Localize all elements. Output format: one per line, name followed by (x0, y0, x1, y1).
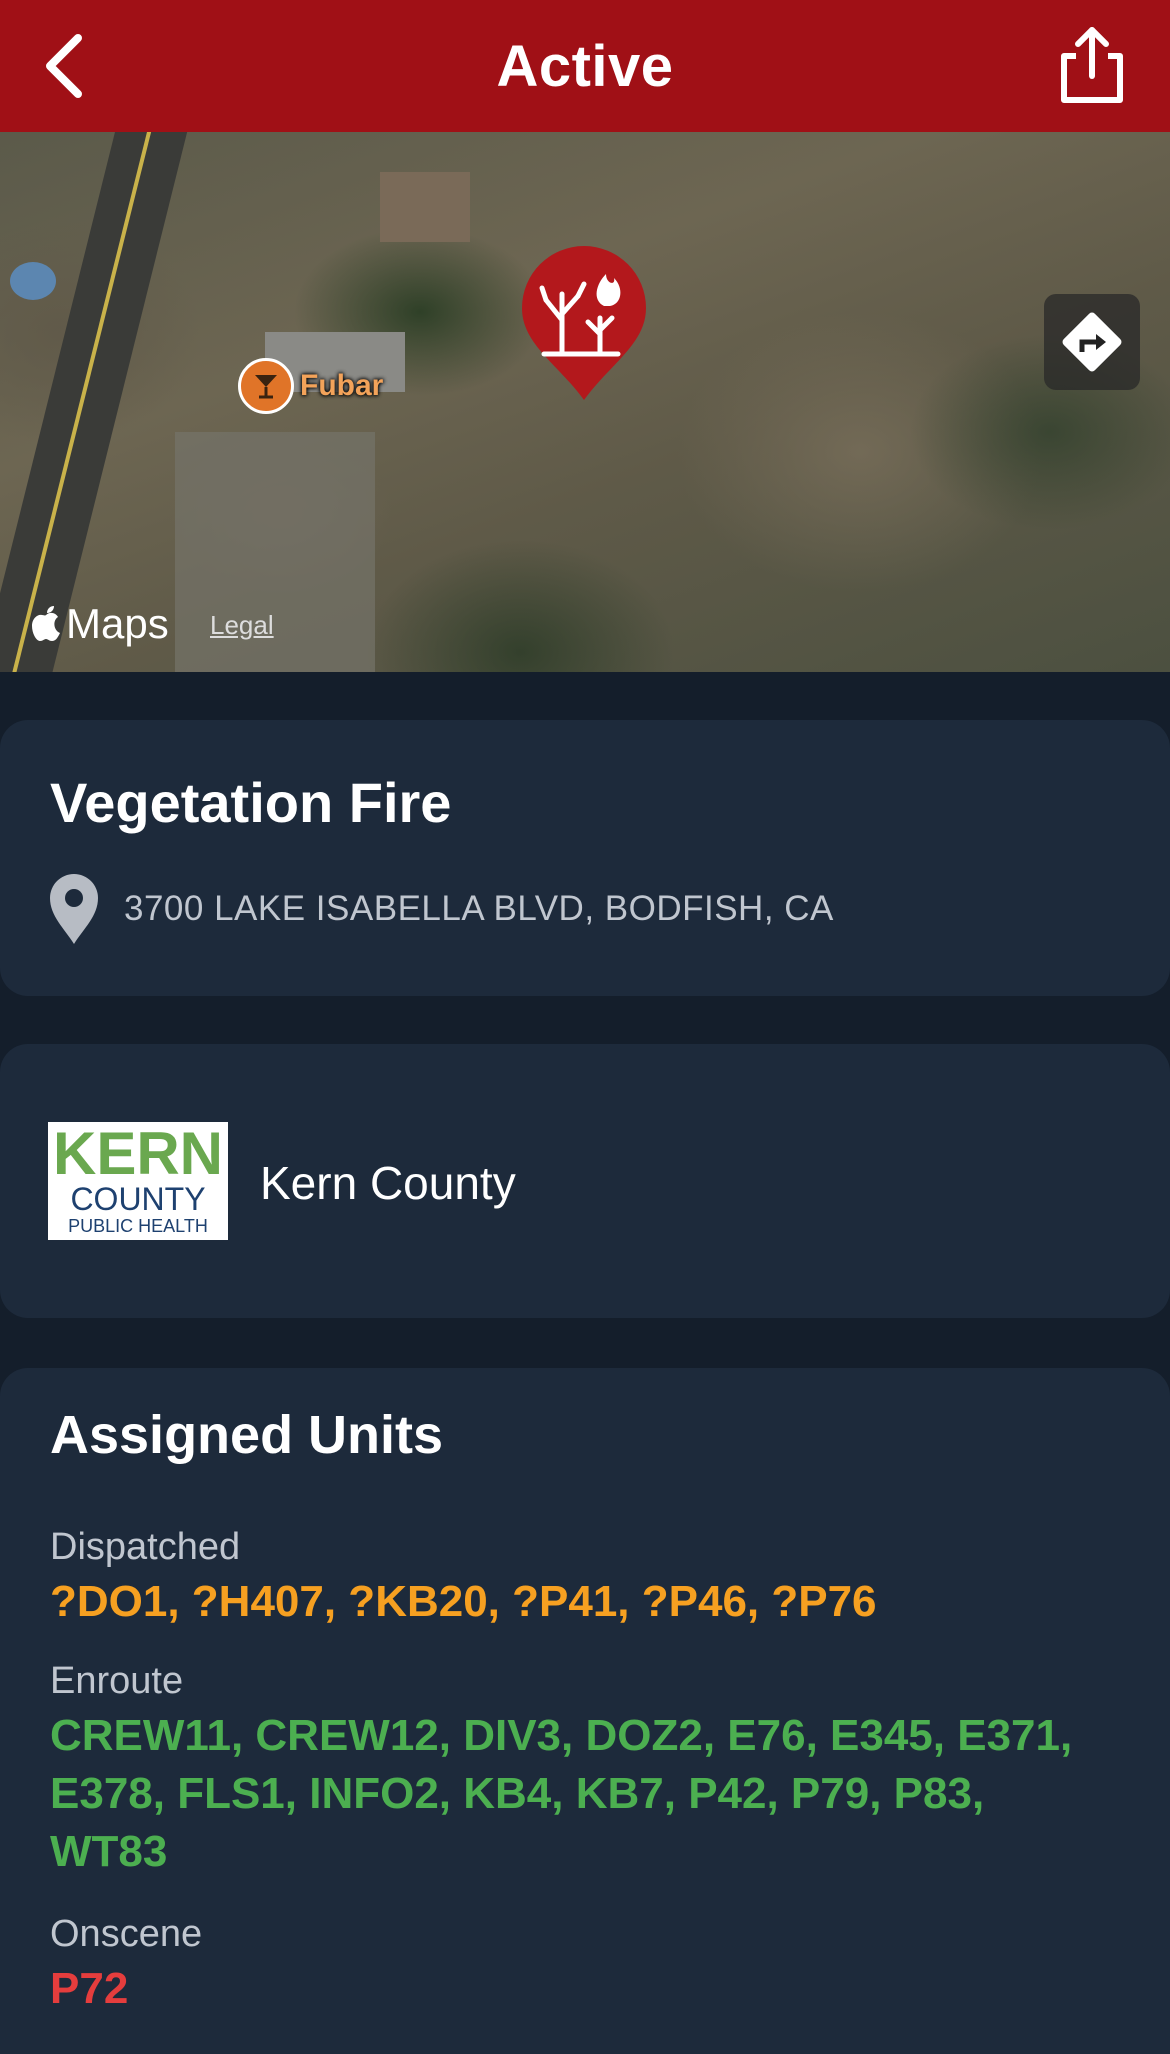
map-pool (10, 262, 56, 300)
incident-map-pin[interactable] (518, 244, 650, 402)
unit-group-enroute: Enroute CREW11, CREW12, DIV3, DOZ2, E76,… (50, 1660, 1110, 1881)
share-button[interactable] (1054, 24, 1130, 106)
incident-map[interactable]: Fubar Maps Legal (0, 132, 1170, 672)
enroute-label: Enroute (50, 1660, 184, 1702)
directions-button[interactable] (1044, 294, 1140, 390)
map-building (380, 172, 470, 242)
unit-group-onscene: Onscene P72 (50, 1913, 1110, 2018)
dispatched-units: ?DO1, ?H407, ?KB20, ?P41, ?P46, ?P76 (50, 1577, 877, 1626)
map-poi-label: Fubar (300, 369, 384, 402)
agency-name: Kern County (260, 1157, 516, 1209)
assigned-units-card: Assigned Units Dispatched ?DO1, ?H407, ?… (0, 1368, 1170, 2054)
incident-card: Vegetation Fire 3700 LAKE ISABELLA BLVD,… (0, 720, 1170, 996)
maps-brand-text: Maps (66, 600, 169, 647)
apple-logo-icon (32, 606, 60, 641)
back-button[interactable] (38, 28, 98, 104)
agency-logo: KERN COUNTY PUBLIC HEALTH (48, 1122, 228, 1240)
vegetation-fire-icon (522, 246, 646, 400)
map-poi-fubar[interactable]: Fubar (238, 358, 383, 414)
onscene-units: P72 (50, 1964, 129, 2013)
logo-county-text: COUNTY (70, 1181, 205, 1217)
nav-bar: Active (0, 0, 1170, 132)
maps-legal-link[interactable]: Legal (210, 610, 274, 641)
unit-group-dispatched: Dispatched ?DO1, ?H407, ?KB20, ?P41, ?P4… (50, 1526, 1110, 1631)
cocktail-glass-icon (238, 358, 294, 414)
incident-address-text: 3700 LAKE ISABELLA BLVD, BODFISH, CA (124, 889, 834, 928)
map-parking-lot (175, 432, 375, 672)
chevron-left-icon (46, 34, 82, 98)
logo-public-health-text: PUBLIC HEALTH (68, 1216, 208, 1236)
assigned-units-title: Assigned Units (50, 1405, 444, 1465)
page-title: Active (496, 33, 674, 99)
map-road (0, 132, 188, 672)
directions-icon (1062, 312, 1122, 372)
location-pin-icon (50, 874, 98, 944)
incident-address[interactable]: 3700 LAKE ISABELLA BLVD, BODFISH, CA (48, 872, 834, 946)
incident-type: Vegetation Fire (50, 771, 452, 834)
dispatched-label: Dispatched (50, 1526, 241, 1568)
logo-kern-text: KERN (53, 1122, 223, 1187)
maps-brand: Maps (30, 600, 169, 648)
share-icon (1061, 27, 1123, 103)
onscene-label: Onscene (50, 1913, 203, 1955)
enroute-units: CREW11, CREW12, DIV3, DOZ2, E76, E345, E… (50, 1711, 1073, 1876)
agency-card[interactable]: KERN COUNTY PUBLIC HEALTH Kern County (0, 1044, 1170, 1318)
